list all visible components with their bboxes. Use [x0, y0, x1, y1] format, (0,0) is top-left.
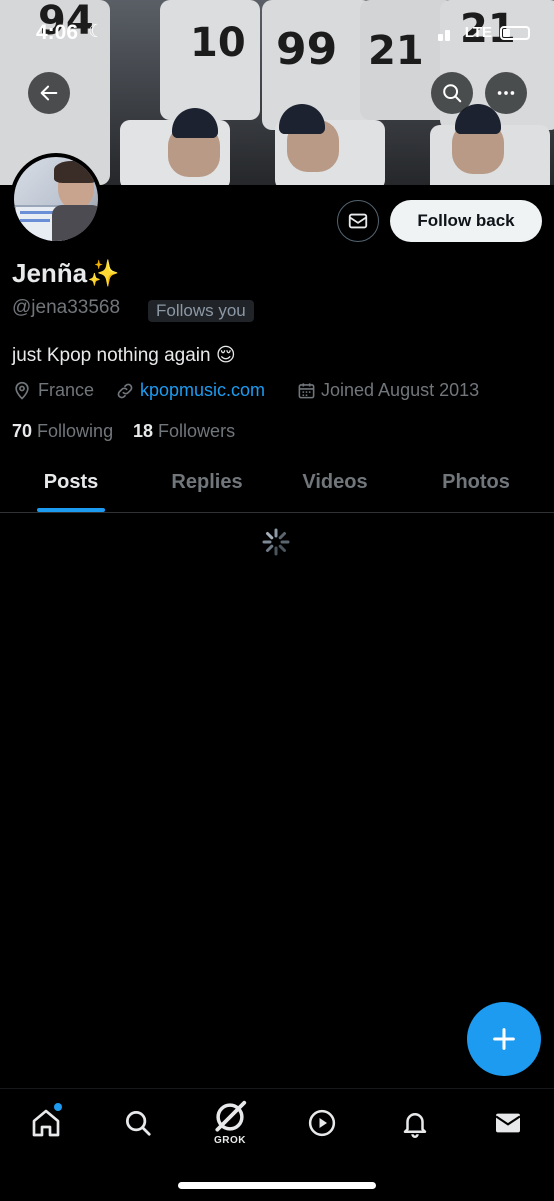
play-icon: [308, 1109, 336, 1137]
tab-posts[interactable]: Posts: [21, 452, 121, 512]
nav-notifications[interactable]: [395, 1103, 435, 1143]
followers-count-link[interactable]: 18 Followers: [133, 421, 235, 442]
nav-search[interactable]: [118, 1103, 158, 1143]
followers-label: Followers: [158, 421, 236, 441]
calendar-icon: [298, 383, 315, 399]
avatar-image: [14, 157, 98, 241]
profile-tabs: Posts Replies Videos Photos: [0, 452, 554, 513]
nav-home[interactable]: [26, 1103, 66, 1143]
more-options-button[interactable]: [485, 72, 527, 114]
follows-you-badge: Follows you: [148, 300, 254, 322]
location-text: France: [38, 380, 95, 400]
location-pin-icon: [15, 381, 29, 400]
status-time: 4:06: [36, 21, 79, 44]
moon-icon: ☾: [88, 21, 105, 41]
home-indicator[interactable]: [178, 1182, 376, 1189]
link-icon: [117, 383, 133, 398]
tab-photos[interactable]: Photos: [426, 452, 526, 512]
joined-text: Joined August 2013: [321, 380, 480, 400]
tab-label: Posts: [43, 471, 99, 493]
tab-label: Photos: [442, 471, 510, 493]
website-link[interactable]: kpopmusic.com: [140, 380, 265, 401]
search-button[interactable]: [431, 72, 473, 114]
sparkles-emoji: ✨: [87, 258, 120, 288]
signal-icon: [438, 27, 456, 41]
profile-joined: Joined August 2013: [297, 380, 479, 401]
avatar[interactable]: [10, 153, 102, 245]
status-bar: 4:06 ☾ LTE: [0, 18, 554, 50]
follow-back-button[interactable]: Follow back: [390, 200, 542, 242]
profile-website[interactable]: kpopmusic.com: [115, 380, 265, 401]
nav-messages[interactable]: [488, 1103, 528, 1143]
tab-label: Replies: [171, 471, 243, 493]
bell-icon: [403, 1113, 427, 1138]
message-button[interactable]: [337, 200, 379, 242]
home-icon: [32, 1109, 60, 1137]
network-type: LTE: [464, 24, 492, 41]
profile-handle: @jena33568: [12, 297, 121, 318]
battery-icon: [500, 26, 530, 40]
tab-label: Videos: [302, 471, 368, 493]
following-label: Following: [37, 421, 114, 441]
tab-videos[interactable]: Videos: [285, 452, 385, 512]
tab-replies[interactable]: Replies: [152, 452, 262, 512]
search-icon: [126, 1111, 151, 1136]
grok-label: GROK: [214, 1135, 246, 1146]
followers-count: 18: [133, 421, 154, 441]
grok-icon: [215, 1100, 247, 1132]
nav-grok[interactable]: [210, 1097, 250, 1137]
compose-post-button[interactable]: [467, 1002, 541, 1076]
mail-icon: [348, 213, 368, 229]
following-count-link[interactable]: 70 Following: [12, 421, 113, 442]
nav-video[interactable]: [302, 1103, 342, 1143]
profile-bio: just Kpop nothing again 😌: [12, 345, 236, 366]
notification-dot: [54, 1103, 62, 1111]
loading-spinner-icon: [262, 528, 290, 556]
arrow-left-icon: [40, 85, 58, 101]
following-count: 70: [12, 421, 33, 441]
search-icon: [443, 84, 462, 103]
active-tab-indicator: [37, 508, 105, 512]
profile-location: France: [12, 380, 94, 401]
profile-name: Jenña✨: [12, 258, 120, 289]
plus-icon: [493, 1028, 515, 1050]
profile-name-text: Jenña: [12, 258, 88, 288]
back-button[interactable]: [28, 72, 70, 114]
mail-icon: [495, 1113, 521, 1133]
more-icon: [497, 91, 515, 95]
